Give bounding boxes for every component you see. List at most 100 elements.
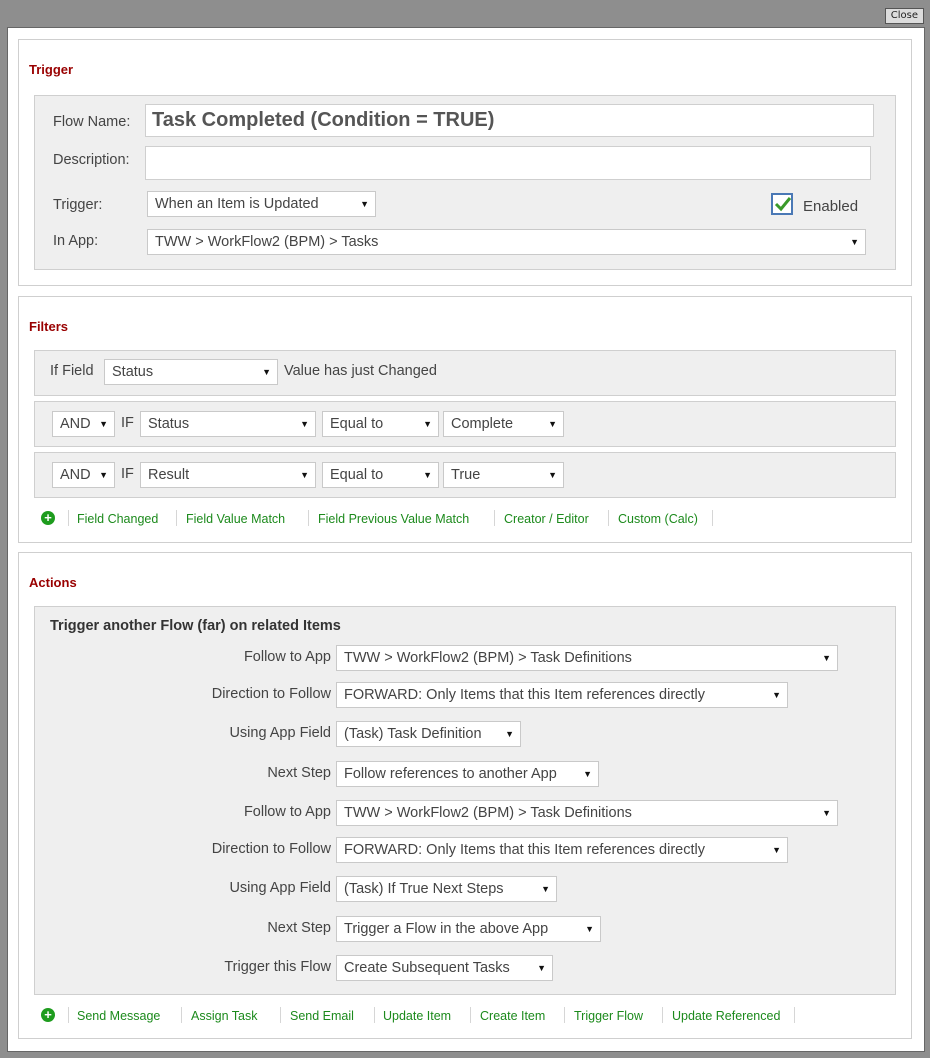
filter-field-select[interactable]: Status ▼ xyxy=(140,411,316,437)
separator xyxy=(176,510,177,526)
action-select-value: Create Subsequent Tasks xyxy=(344,960,510,976)
dropdown-arrow-icon: ▼ xyxy=(537,963,546,973)
dropdown-arrow-icon: ▼ xyxy=(423,419,432,429)
filter-row: AND ▼ IF Result ▼ Equal to ▼ True ▼ xyxy=(34,452,896,498)
action-select-value: TWW > WorkFlow2 (BPM) > Task Definitions xyxy=(344,650,632,666)
trigger-box: Flow Name: Task Completed (Condition = T… xyxy=(34,95,896,270)
dialog-content: Trigger Flow Name: Task Completed (Condi… xyxy=(7,27,925,1052)
action-row-label: Trigger this Flow xyxy=(224,959,331,975)
add-action-trigger-flow[interactable]: Trigger Flow xyxy=(574,1009,643,1023)
changed-field-value: Status xyxy=(112,364,154,380)
direction-select[interactable]: FORWARD: Only Items that this Item refer… xyxy=(336,682,788,708)
separator xyxy=(374,1007,375,1023)
next-step-select[interactable]: Trigger a Flow in the above App ▼ xyxy=(336,916,601,942)
separator xyxy=(68,510,69,526)
dropdown-arrow-icon: ▼ xyxy=(850,237,859,247)
action-row-label: Direction to Follow xyxy=(211,841,331,857)
separator xyxy=(494,510,495,526)
add-filter-field-changed[interactable]: Field Changed xyxy=(77,512,158,526)
trigger-section: Trigger Flow Name: Task Completed (Condi… xyxy=(18,39,912,286)
direction-select[interactable]: FORWARD: Only Items that this Item refer… xyxy=(336,837,788,863)
action-select-value: FORWARD: Only Items that this Item refer… xyxy=(344,842,705,858)
separator xyxy=(280,1007,281,1023)
action-row-label: Follow to App xyxy=(243,649,331,665)
separator xyxy=(712,510,713,526)
dropdown-arrow-icon: ▼ xyxy=(772,690,781,700)
add-action-update-referenced[interactable]: Update Referenced xyxy=(672,1009,780,1023)
separator xyxy=(308,510,309,526)
action-select-value: (Task) Task Definition xyxy=(344,726,482,742)
add-filter-previous-value-match[interactable]: Field Previous Value Match xyxy=(318,512,469,526)
if-label: IF xyxy=(121,415,134,431)
dropdown-arrow-icon: ▼ xyxy=(300,419,309,429)
plus-circle-icon[interactable]: + xyxy=(41,511,55,525)
actions-section: Actions Trigger another Flow (far) on re… xyxy=(18,552,912,1039)
action-row-label: Using App Field xyxy=(229,725,331,741)
dropdown-arrow-icon: ▼ xyxy=(548,419,557,429)
filter-value: Complete xyxy=(451,416,514,432)
description-textarea[interactable] xyxy=(145,146,871,180)
dropdown-arrow-icon: ▼ xyxy=(99,470,108,480)
dropdown-arrow-icon: ▼ xyxy=(262,367,271,377)
filter-field-select[interactable]: Result ▼ xyxy=(140,462,316,488)
conjunction-value: AND xyxy=(60,416,91,432)
flow-name-label: Flow Name: xyxy=(53,114,131,130)
add-filter-custom-calc[interactable]: Custom (Calc) xyxy=(618,512,698,526)
separator xyxy=(608,510,609,526)
plus-circle-icon[interactable]: + xyxy=(41,1008,55,1022)
add-filter-field-value-match[interactable]: Field Value Match xyxy=(186,512,285,526)
description-label: Description: xyxy=(53,152,130,168)
operator-select[interactable]: Equal to ▼ xyxy=(322,411,439,437)
flow-name-input[interactable]: Task Completed (Condition = TRUE) xyxy=(145,104,874,137)
add-action-update-item[interactable]: Update Item xyxy=(383,1009,451,1023)
if-label: IF xyxy=(121,466,134,482)
check-icon xyxy=(774,197,792,212)
add-filter-creator-editor[interactable]: Creator / Editor xyxy=(504,512,589,526)
trigger-this-flow-select[interactable]: Create Subsequent Tasks ▼ xyxy=(336,955,553,981)
using-app-field-select[interactable]: (Task) Task Definition ▼ xyxy=(336,721,521,747)
dropdown-arrow-icon: ▼ xyxy=(423,470,432,480)
action-row-label: Direction to Follow xyxy=(211,686,331,702)
in-app-label: In App: xyxy=(53,233,99,249)
separator xyxy=(68,1007,69,1023)
next-step-select[interactable]: Follow references to another App ▼ xyxy=(336,761,599,787)
action-row-label: Follow to App xyxy=(243,804,331,820)
conjunction-select[interactable]: AND ▼ xyxy=(52,462,115,488)
filter-field-value: Status xyxy=(148,416,190,432)
add-action-send-message[interactable]: Send Message xyxy=(77,1009,160,1023)
follow-to-app-select[interactable]: TWW > WorkFlow2 (BPM) > Task Definitions… xyxy=(336,800,838,826)
filter-value-select[interactable]: Complete ▼ xyxy=(443,411,564,437)
in-app-select-value: TWW > WorkFlow2 (BPM) > Tasks xyxy=(155,234,379,250)
follow-to-app-select[interactable]: TWW > WorkFlow2 (BPM) > Task Definitions… xyxy=(336,645,838,671)
in-app-select[interactable]: TWW > WorkFlow2 (BPM) > Tasks ▼ xyxy=(147,229,866,255)
close-button[interactable]: Close xyxy=(884,8,924,24)
add-action-assign-task[interactable]: Assign Task xyxy=(191,1009,257,1023)
if-field-label: If Field xyxy=(50,363,94,379)
dropdown-arrow-icon: ▼ xyxy=(585,924,594,934)
enabled-checkbox[interactable] xyxy=(771,193,793,215)
enabled-label: Enabled xyxy=(803,198,859,215)
filter-value-select[interactable]: True ▼ xyxy=(443,462,564,488)
action-select-value: Follow references to another App xyxy=(344,766,557,782)
changed-field-select[interactable]: Status ▼ xyxy=(104,359,278,385)
add-action-send-email[interactable]: Send Email xyxy=(290,1009,354,1023)
dropdown-arrow-icon: ▼ xyxy=(300,470,309,480)
trigger-select[interactable]: When an Item is Updated ▼ xyxy=(147,191,376,217)
action-select-value: Trigger a Flow in the above App xyxy=(344,921,549,937)
operator-select[interactable]: Equal to ▼ xyxy=(322,462,439,488)
filter-value: True xyxy=(451,467,481,483)
separator xyxy=(564,1007,565,1023)
operator-value: Equal to xyxy=(330,416,384,432)
action-select-value: TWW > WorkFlow2 (BPM) > Task Definitions xyxy=(344,805,632,821)
conjunction-value: AND xyxy=(60,467,91,483)
trigger-flow-action-box: Trigger another Flow (far) on related It… xyxy=(34,606,896,995)
actions-section-title: Actions xyxy=(29,575,77,590)
dropdown-arrow-icon: ▼ xyxy=(99,419,108,429)
using-app-field-select[interactable]: (Task) If True Next Steps ▼ xyxy=(336,876,557,902)
separator xyxy=(794,1007,795,1023)
conjunction-select[interactable]: AND ▼ xyxy=(52,411,115,437)
add-action-create-item[interactable]: Create Item xyxy=(480,1009,545,1023)
dropdown-arrow-icon: ▼ xyxy=(548,470,557,480)
dropdown-arrow-icon: ▼ xyxy=(772,845,781,855)
dropdown-arrow-icon: ▼ xyxy=(822,653,831,663)
